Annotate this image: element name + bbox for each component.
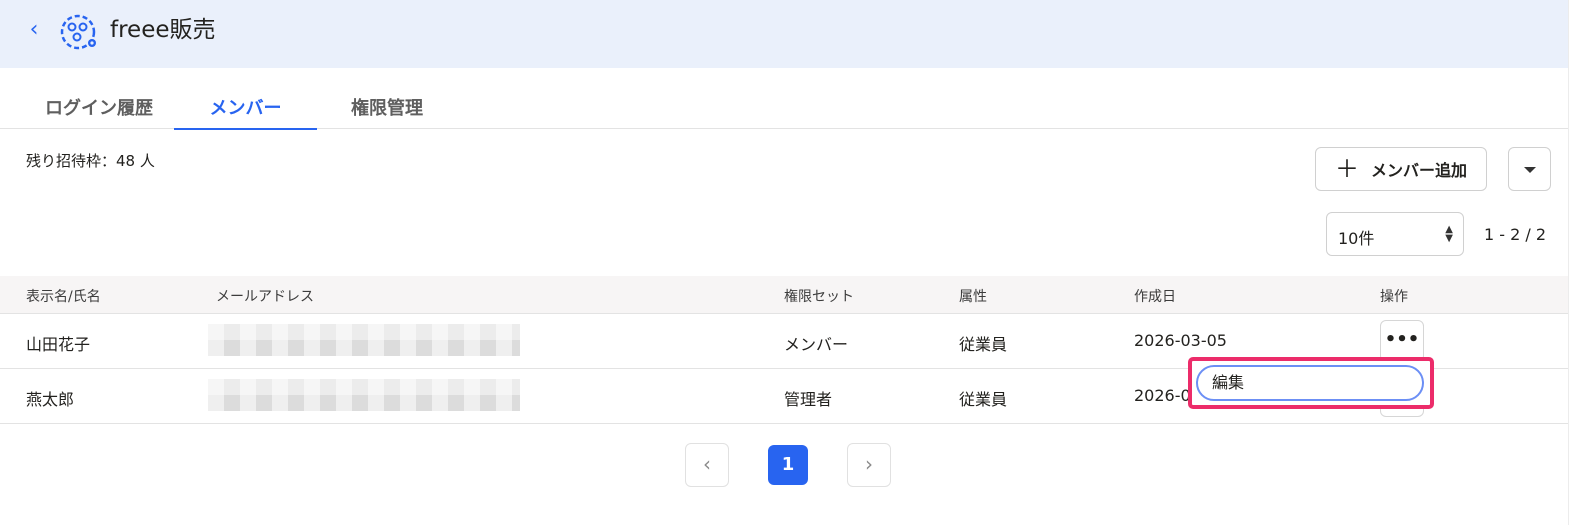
plus-icon: ＋ bbox=[1334, 155, 1359, 183]
email-redacted bbox=[208, 324, 520, 356]
tab-bar: ログイン履歴 メンバー 権限管理 bbox=[0, 68, 1568, 130]
app-logo-icon bbox=[60, 14, 96, 50]
tab-members[interactable]: メンバー bbox=[174, 94, 317, 130]
result-range: 1 - 2 / 2 bbox=[1484, 225, 1547, 244]
prev-page-button[interactable]: ‹ bbox=[685, 443, 729, 487]
edit-menu-item[interactable]: 編集 bbox=[1196, 365, 1424, 401]
member-role: 管理者 bbox=[784, 390, 833, 409]
app-header: ‹ freee販売 bbox=[0, 0, 1568, 68]
per-page-value: 10件 bbox=[1338, 229, 1375, 248]
context-menu-highlight: 編集 bbox=[1188, 357, 1434, 409]
header-role: 権限セット bbox=[784, 289, 854, 305]
tab-login-history[interactable]: ログイン履歴 bbox=[26, 94, 172, 128]
member-created: 2026-03-05 bbox=[1134, 331, 1227, 350]
header-attribute: 属性 bbox=[959, 289, 987, 305]
member-attribute: 従業員 bbox=[959, 335, 1008, 354]
member-attribute: 従業員 bbox=[959, 390, 1008, 409]
per-page-select[interactable]: 10件 ▲ ▼ bbox=[1326, 212, 1464, 256]
right-edge-panel bbox=[1568, 0, 1595, 525]
header-created: 作成日 bbox=[1134, 289, 1176, 305]
member-name: 燕太郎 bbox=[26, 390, 75, 409]
email-redacted bbox=[208, 379, 520, 411]
member-role: メンバー bbox=[784, 335, 849, 354]
row-actions-button[interactable]: ••• bbox=[1380, 320, 1424, 362]
select-arrows-icon: ▲ ▼ bbox=[1445, 224, 1453, 244]
add-member-button[interactable]: ＋ メンバー追加 bbox=[1315, 147, 1487, 191]
member-name: 山田花子 bbox=[26, 335, 91, 354]
back-button[interactable]: ‹ bbox=[22, 18, 46, 42]
member-created: 2026-0 bbox=[1134, 386, 1191, 405]
more-actions-dropdown-button[interactable] bbox=[1508, 147, 1551, 191]
header-name: 表示名/氏名 bbox=[26, 289, 101, 305]
add-member-label: メンバー追加 bbox=[1370, 161, 1467, 180]
app-name: freee販売 bbox=[110, 17, 216, 43]
tab-permissions[interactable]: 権限管理 bbox=[330, 94, 444, 128]
header-email: メールアドレス bbox=[216, 289, 314, 305]
next-page-button[interactable]: › bbox=[847, 443, 891, 487]
table-header: 表示名/氏名 メールアドレス 権限セット 属性 作成日 操作 bbox=[0, 276, 1568, 314]
header-actions: 操作 bbox=[1380, 289, 1408, 305]
remaining-invites: 残り招待枠：48 人 bbox=[26, 152, 155, 170]
page-1-button[interactable]: 1 bbox=[768, 445, 808, 485]
caret-down-icon bbox=[1524, 167, 1536, 173]
